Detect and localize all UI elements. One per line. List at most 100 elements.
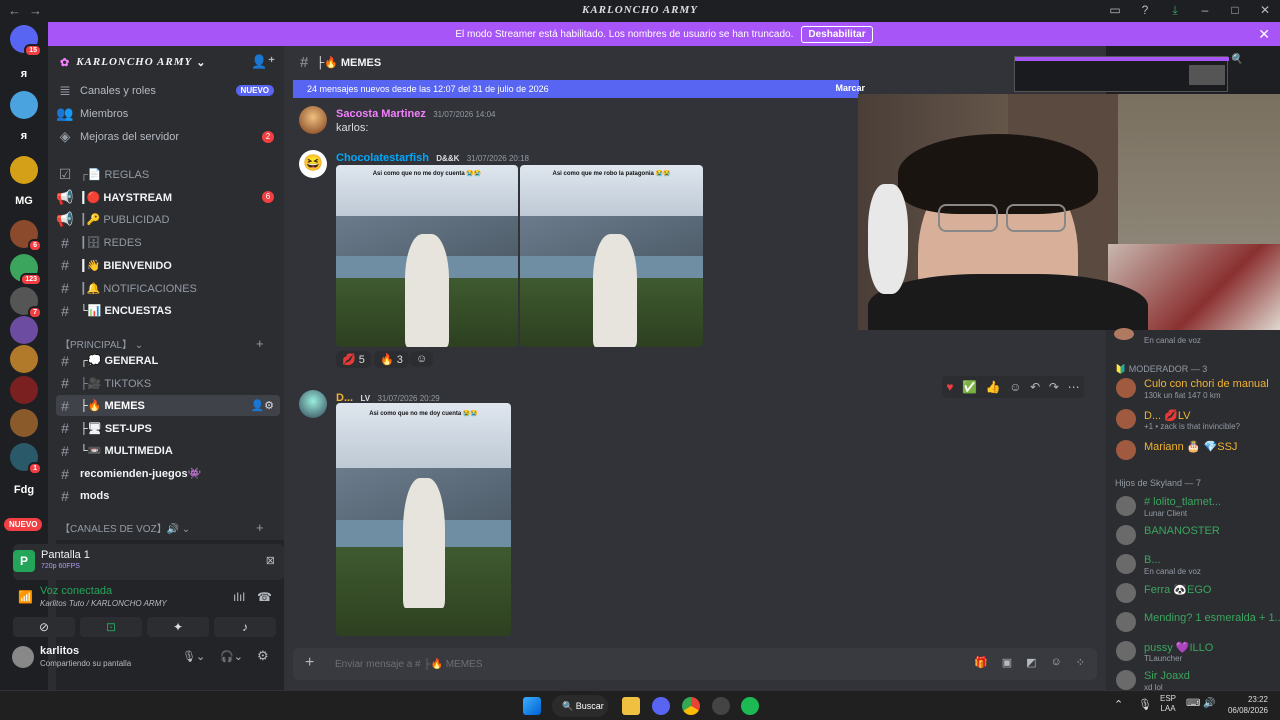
attach-plus-icon[interactable]: + — [305, 654, 314, 672]
gift-icon[interactable]: 🎁 — [974, 656, 988, 669]
tray-chevron-icon[interactable]: ⌃ — [1114, 698, 1123, 711]
category-voz[interactable]: 【CANALES DE VOZ】🔊 ⌄ + — [60, 520, 264, 535]
server-icon[interactable]: 6 — [10, 220, 42, 252]
channel-item[interactable]: # ┃🔔 NOTIFICACIONES — [56, 278, 280, 299]
activities-button[interactable]: ✦ — [147, 617, 209, 637]
forward-icon[interactable]: ↷ — [1049, 380, 1059, 394]
avatar[interactable] — [1116, 641, 1136, 661]
heart-icon[interactable]: ♥ — [946, 380, 953, 394]
avatar[interactable] — [1116, 496, 1136, 516]
member-item[interactable]: pussy 💜ILLO TLauncher — [1114, 637, 1280, 667]
stop-stream-icon[interactable]: ⊠ — [266, 554, 275, 567]
avatar[interactable] — [12, 646, 34, 668]
channel-item[interactable]: 📢 ┃🔑 PUBLICIDAD — [56, 209, 280, 230]
message-author[interactable]: Sacosta Martinez — [336, 108, 426, 120]
meme-image[interactable]: Asi como que no me doy cuenta 😭😭 — [336, 403, 511, 636]
channel-item[interactable]: # ├🖥 SET-UPS — [56, 418, 280, 439]
start-icon[interactable] — [523, 697, 541, 715]
channel-item[interactable]: 📢 ┃🔴 HAYSTREAM 6 — [56, 187, 280, 208]
channel-item[interactable]: # ┃👋 BIENVENIDO — [56, 255, 280, 276]
taskbar-search[interactable]: 🔍 Buscar — [552, 695, 608, 717]
avatar[interactable] — [1116, 525, 1136, 545]
sidebar-item[interactable]: ◈ Mejoras del servidor 2 — [56, 126, 280, 147]
mic-icon[interactable]: 🎙⌄ — [182, 650, 205, 663]
reply-icon[interactable]: ↶ — [1030, 380, 1040, 394]
network-volume-icons[interactable]: ⌨ 🔊 — [1186, 698, 1216, 709]
apps-icon[interactable]: ⁘ — [1076, 656, 1085, 669]
noise-icon[interactable]: ılıl — [233, 590, 245, 604]
maximize-icon[interactable]: □ — [1228, 3, 1242, 18]
category-principal[interactable]: 【PRINCIPAL】 ⌄ + — [60, 336, 264, 351]
channel-item[interactable]: # recomienden-juegos👾 — [56, 463, 280, 484]
search-icon[interactable]: 🔍 — [1230, 54, 1242, 65]
member-item[interactable]: D... 💋LV +1 • zack is that invincible? — [1114, 405, 1280, 435]
obs-icon[interactable] — [712, 697, 730, 715]
channel-item[interactable]: # ├🎥 TIKTOKS — [56, 373, 280, 394]
avatar[interactable]: 😆 — [299, 150, 327, 178]
channel-settings-icon[interactable]: 👤⚙ — [250, 399, 274, 412]
server-icon[interactable] — [10, 409, 38, 437]
voice-location[interactable]: Karlitos Tuto / KARLONCHO ARMY — [40, 599, 167, 608]
member-item[interactable]: Culo con chori de manual 130k un fiat 147… — [1114, 374, 1280, 404]
message-author[interactable]: Chocolatestarfish — [336, 152, 429, 164]
download-icon[interactable]: ⤓ — [1168, 3, 1182, 18]
emoji-icon[interactable]: ☺ — [1051, 656, 1062, 669]
server-icon[interactable] — [10, 316, 38, 344]
inbox-icon[interactable]: ▭ — [1108, 3, 1122, 18]
mic-tray-icon[interactable]: 🎙 — [1138, 698, 1152, 711]
channel-item[interactable]: ☑ ┌📄 REGLAS — [56, 164, 280, 185]
window-controls[interactable]: ▭ ? ⤓ – □ ✕ — [1108, 3, 1272, 18]
server-icon[interactable]: 7 — [10, 287, 42, 319]
avatar[interactable] — [299, 390, 327, 418]
reaction-button[interactable]: 🔥 3 — [374, 351, 409, 368]
check-icon[interactable]: ✅ — [962, 380, 977, 394]
clock[interactable]: 23:22 06/08/2026 — [1222, 694, 1268, 716]
message-input[interactable]: + Enviar mensaje a # ├🔥 MEMES 🎁 ▣ ◩ ☺ ⁘ — [293, 648, 1097, 680]
disable-streamer-button[interactable]: Deshabilitar — [801, 25, 873, 43]
channel-item[interactable]: # ├🔥 MEMES 👤⚙ — [56, 395, 280, 417]
language-indicator[interactable]: ESP LAA — [1160, 694, 1176, 714]
add-channel-icon[interactable]: + — [256, 520, 264, 535]
close-window-icon[interactable]: ✕ — [1258, 3, 1272, 18]
server-icon[interactable]: ᴙ — [10, 60, 38, 88]
avatar[interactable] — [1116, 378, 1136, 398]
member-item[interactable]: Ferra 🐼EGO — [1114, 579, 1280, 609]
channel-item[interactable]: # ┌💭 GENERAL — [56, 350, 280, 371]
server-icon[interactable] — [10, 376, 38, 404]
server-icon[interactable] — [10, 345, 38, 373]
channel-item[interactable]: # ┃🗄 REDES — [56, 232, 280, 253]
server-icon[interactable]: 15 — [10, 25, 42, 57]
avatar[interactable] — [299, 106, 327, 134]
member-item[interactable]: # lolito_tlamet... Lunar Client — [1114, 492, 1280, 522]
settings-gear-icon[interactable]: ⚙ — [257, 648, 269, 664]
server-icon[interactable]: MG — [10, 187, 38, 215]
screen-share-button[interactable]: ⊡ — [80, 617, 142, 637]
sidebar-item[interactable]: 👥 Miembros — [56, 103, 280, 124]
headphone-icon[interactable]: 🎧⌄ — [220, 650, 243, 663]
meme-image[interactable]: Asi como que no me doy cuenta 😭😭 — [336, 165, 518, 347]
discord-icon[interactable] — [652, 697, 670, 715]
spotify-icon[interactable] — [741, 697, 759, 715]
screen-share-card[interactable]: P Pantalla 1 720p 60FPS ⊠ — [13, 544, 285, 580]
more-icon[interactable]: ⋯ — [1068, 380, 1080, 394]
avatar[interactable] — [1116, 554, 1136, 574]
server-icon[interactable]: 1 — [10, 443, 42, 475]
member-item[interactable]: B... En canal de voz — [1114, 550, 1280, 580]
server-icon[interactable]: 123 — [10, 254, 42, 286]
member-item[interactable]: Mariann 🎂 💎SSJ — [1114, 436, 1280, 466]
reaction-button[interactable]: 💋 5 — [336, 351, 371, 368]
member-item[interactable]: Mending? 1 esmeralda + 1... — [1114, 608, 1280, 638]
camera-off-button[interactable]: ⊘ — [13, 617, 75, 637]
server-icon[interactable]: Fdg — [10, 476, 38, 504]
avatar[interactable] — [1116, 612, 1136, 632]
invite-icon[interactable]: 👤⁺ — [251, 54, 276, 70]
chrome-icon[interactable] — [682, 697, 700, 715]
stream-preview-thumbnail[interactable] — [1014, 56, 1229, 92]
server-icon[interactable] — [10, 156, 38, 184]
server-icon[interactable] — [10, 91, 38, 119]
channel-item[interactable]: # mods — [56, 486, 280, 507]
help-icon[interactable]: ? — [1138, 3, 1152, 18]
thumbs-up-icon[interactable]: 👍 — [986, 380, 1001, 394]
sidebar-item[interactable]: ≣ Canales y roles NUEVO — [56, 80, 280, 101]
avatar[interactable] — [1116, 409, 1136, 429]
